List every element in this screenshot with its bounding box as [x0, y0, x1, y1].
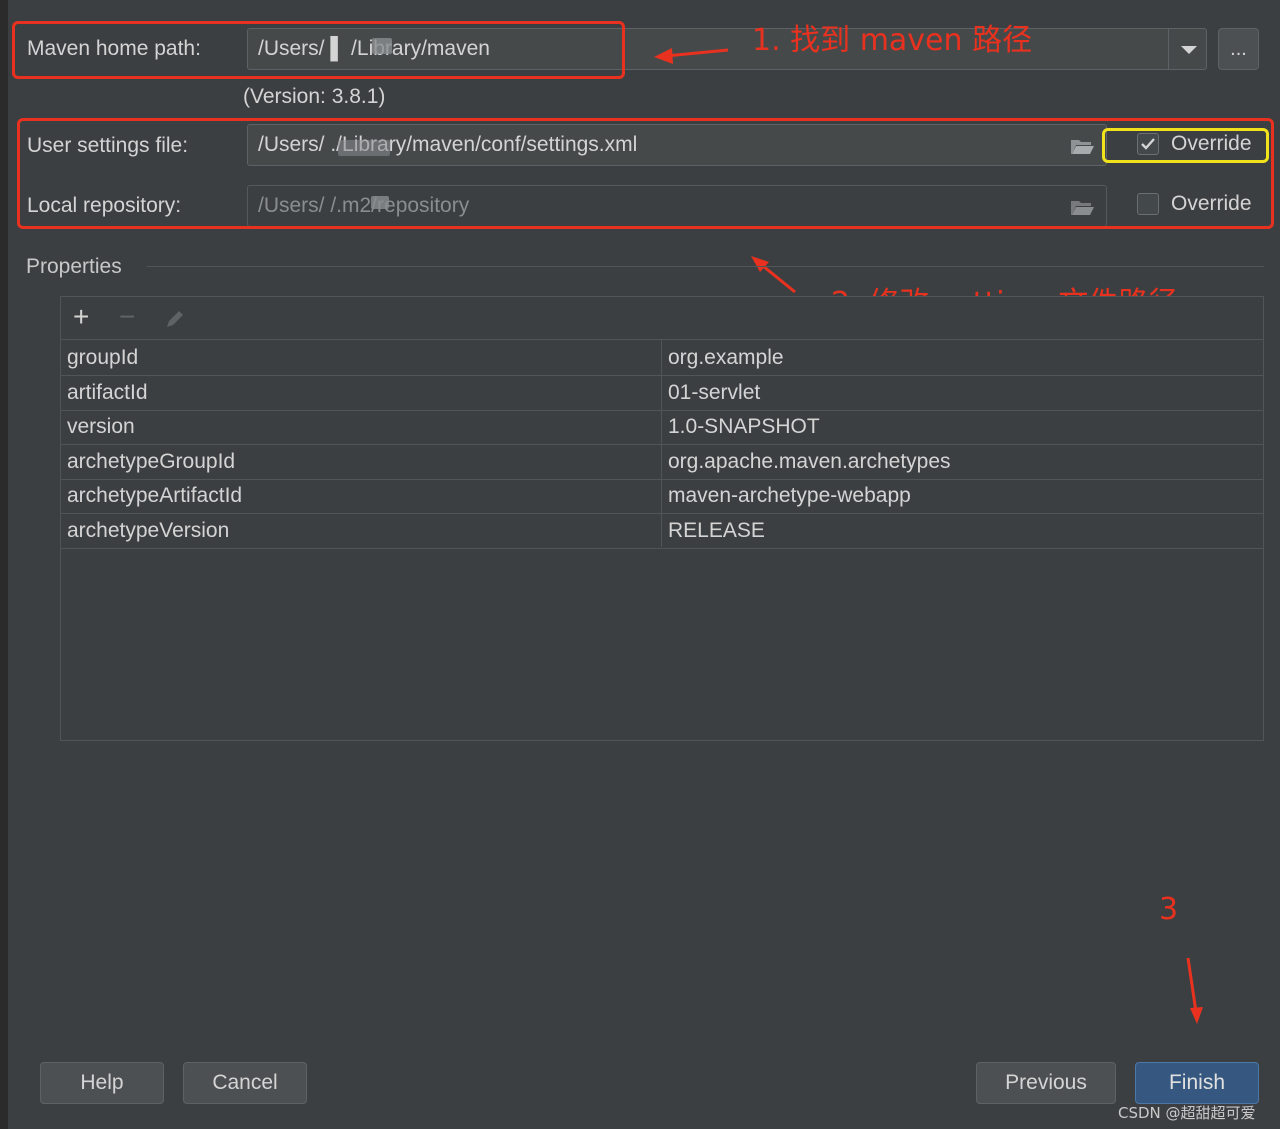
property-key: archetypeVersion — [67, 519, 230, 542]
add-icon[interactable]: + — [73, 301, 89, 333]
property-value[interactable]: 1.0-SNAPSHOT — [668, 415, 820, 439]
table-row[interactable]: archetypeGroupId org.apache.maven.archety… — [61, 445, 1263, 480]
table-row[interactable]: archetypeArtifactId maven-archetype-webap… — [61, 479, 1263, 515]
edit-pencil-icon — [167, 311, 183, 327]
help-button[interactable]: Help — [40, 1062, 164, 1104]
finish-button[interactable]: Finish — [1135, 1062, 1259, 1104]
arrow-step3 — [1186, 957, 1198, 1013]
property-key: version — [67, 415, 135, 439]
property-key: groupId — [67, 346, 139, 369]
property-value[interactable]: org.example — [668, 346, 784, 370]
remove-icon: − — [119, 301, 136, 332]
properties-toolbar: + − — [61, 297, 1263, 340]
table-row[interactable]: groupId org.example — [61, 341, 1263, 376]
cancel-button[interactable]: Cancel — [183, 1062, 307, 1104]
properties-title: Properties — [26, 255, 122, 278]
property-value[interactable]: 01-servlet — [668, 381, 760, 405]
table-row[interactable]: artifactId 01-servlet — [61, 376, 1263, 411]
properties-separator — [147, 266, 1264, 267]
property-key: archetypeGroupId — [67, 449, 236, 473]
table-row[interactable]: archetypeVersion RELEASE — [61, 514, 1263, 549]
properties-table: + − groupId org.example artifactId 01-servl… — [60, 296, 1264, 741]
watermark-text: CSDN @超甜超可爱 — [1118, 1104, 1256, 1122]
table-row[interactable]: version 1.0-SNAPSHOT — [61, 410, 1263, 446]
property-key: artifactId — [67, 380, 148, 404]
property-key: archetypeArtifactId — [67, 484, 243, 508]
arrow-step1 — [665, 48, 729, 58]
property-value[interactable]: maven-archetype-webapp — [668, 484, 911, 508]
property-value[interactable]: RELEASE — [668, 519, 765, 543]
previous-button[interactable]: Previous — [976, 1062, 1116, 1104]
property-value[interactable]: org.apache.maven.archetypes — [668, 450, 951, 474]
